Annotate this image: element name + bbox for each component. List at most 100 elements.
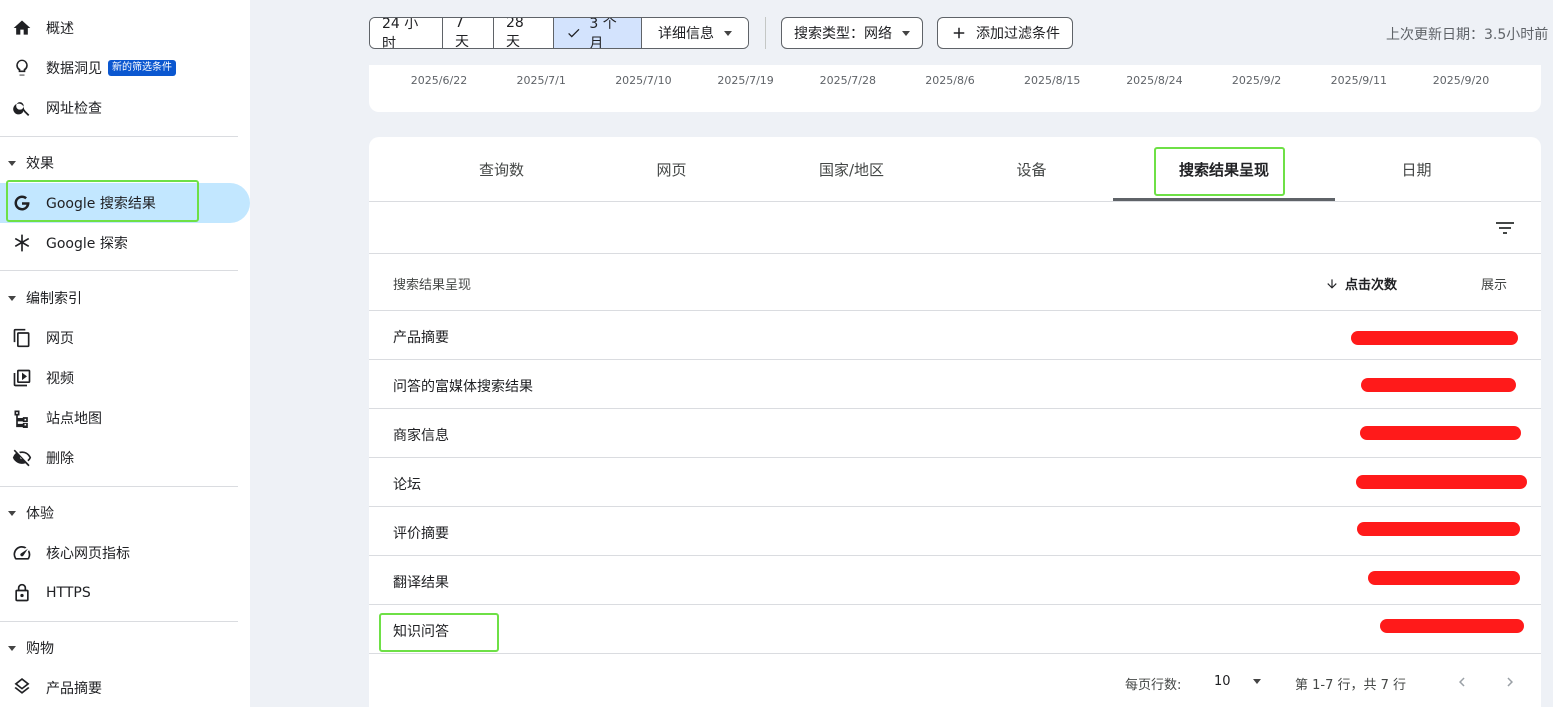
sidebar-item-url-inspection[interactable]: 网址检查 xyxy=(0,88,250,128)
x-axis-tick-label: 2025/7/28 xyxy=(819,74,876,87)
sidebar-item-google-discover[interactable]: Google 探索 xyxy=(0,223,250,263)
rows-per-page-value: 10 xyxy=(1214,674,1231,689)
sidebar-item-label: 核心网页指标 xyxy=(46,546,130,562)
column-header-impressions[interactable]: 展示 xyxy=(1481,274,1507,293)
tab-devices[interactable]: 设备 xyxy=(934,137,1129,201)
rows-per-page-select[interactable]: 10 xyxy=(1214,674,1261,689)
section-title: 效果 xyxy=(26,156,54,172)
add-filter-button[interactable]: 添加过滤条件 xyxy=(937,17,1073,49)
redaction-mark xyxy=(1360,426,1521,440)
sidebar-item-sitemaps[interactable]: 站点地图 xyxy=(0,398,250,438)
section-indexing[interactable]: 编制索引 xyxy=(0,283,250,313)
row-label: 商家信息 xyxy=(393,428,449,444)
filter-list-icon[interactable] xyxy=(1493,216,1517,240)
range-7d-button[interactable]: 7 天 xyxy=(443,18,494,48)
sidebar: 概述 数据洞见 新的筛选条件 网址检查 效果 Google 搜索结果 Googl… xyxy=(0,0,250,707)
table-row[interactable]: 问答的富媒体搜索结果 xyxy=(369,360,1541,409)
row-label: 知识问答 xyxy=(393,624,449,640)
toolbar: 24 小时 7 天 28 天 3 个月 详细信息 搜索类型：网络 添加过滤条件 … xyxy=(250,0,1553,65)
x-axis-tick-label: 2025/9/20 xyxy=(1432,74,1490,87)
dimension-table-card: 查询数 网页 国家/地区 设备 搜索结果呈现 日期 搜索结果呈现 点击次数 展示… xyxy=(369,137,1541,707)
sidebar-item-label: 数据洞见 xyxy=(46,61,102,77)
section-experience[interactable]: 体验 xyxy=(0,498,250,528)
column-header-search-appearance[interactable]: 搜索结果呈现 xyxy=(393,274,471,293)
range-3m-button[interactable]: 3 个月 xyxy=(554,18,642,48)
table-row[interactable]: 产品摘要 xyxy=(369,311,1541,360)
redaction-mark xyxy=(1351,331,1518,345)
redaction-mark xyxy=(1368,571,1520,585)
range-28d-button[interactable]: 28 天 xyxy=(494,18,554,48)
row-label: 产品摘要 xyxy=(393,330,449,346)
add-filter-label: 添加过滤条件 xyxy=(976,26,1060,42)
column-header-clicks[interactable]: 点击次数 xyxy=(1325,274,1397,293)
speed-icon xyxy=(12,543,32,563)
asterisk-icon xyxy=(12,233,32,253)
sidebar-item-label: Google 搜索结果 xyxy=(46,196,156,212)
chevron-left-icon[interactable] xyxy=(1453,673,1471,691)
sidebar-item-label: 产品摘要 xyxy=(46,681,102,697)
sidebar-divider xyxy=(0,621,238,622)
sidebar-item-product-snippets[interactable]: 产品摘要 xyxy=(0,668,250,707)
x-axis-tick-label: 2025/7/1 xyxy=(516,74,566,87)
sidebar-item-label: 概述 xyxy=(46,21,74,37)
sidebar-item-insights[interactable]: 数据洞见 新的筛选条件 xyxy=(0,48,250,88)
details-dropdown[interactable]: 详细信息 xyxy=(642,18,748,48)
sidebar-item-pages[interactable]: 网页 xyxy=(0,318,250,358)
range-24h-button[interactable]: 24 小时 xyxy=(370,18,443,48)
table-row[interactable]: 评价摘要 xyxy=(369,507,1541,556)
chevron-right-icon[interactable] xyxy=(1501,673,1519,691)
search-type-dropdown[interactable]: 搜索类型：网络 xyxy=(781,17,923,49)
range-3m-label: 3 个月 xyxy=(589,17,617,49)
sidebar-item-label: HTTPS xyxy=(46,585,91,601)
rows-per-page-label: 每页行数: xyxy=(1125,678,1182,693)
tab-dates[interactable]: 日期 xyxy=(1324,137,1509,201)
active-tab-indicator xyxy=(1113,198,1335,201)
table-pagination: 每页行数: 10 第 1-7 行，共 7 行 xyxy=(369,657,1541,707)
sidebar-item-core-web-vitals[interactable]: 核心网页指标 xyxy=(0,533,250,573)
section-title: 体验 xyxy=(26,506,54,522)
sidebar-divider xyxy=(0,270,238,271)
caret-down-icon xyxy=(8,160,16,166)
tab-search-appearance[interactable]: 搜索结果呈现 xyxy=(1113,137,1335,201)
sidebar-divider xyxy=(0,136,238,137)
caret-down-icon xyxy=(8,510,16,516)
section-title: 编制索引 xyxy=(26,291,82,307)
x-axis-tick-label: 2025/9/11 xyxy=(1330,74,1387,87)
redaction-mark xyxy=(1361,378,1516,392)
table-row[interactable]: 论坛 xyxy=(369,458,1541,507)
sidebar-item-videos[interactable]: 视频 xyxy=(0,358,250,398)
sidebar-item-label: 网址检查 xyxy=(46,101,102,117)
section-performance[interactable]: 效果 xyxy=(0,148,250,178)
video-icon xyxy=(12,368,32,388)
x-axis-tick-label: 2025/9/2 xyxy=(1231,74,1282,87)
sidebar-item-https[interactable]: HTTPS xyxy=(0,573,250,613)
caret-down-icon xyxy=(8,295,16,301)
sidebar-item-removals[interactable]: 删除 xyxy=(0,438,250,478)
x-axis-tick-label: 2025/7/19 xyxy=(717,74,774,87)
layers-icon xyxy=(12,678,32,698)
main-content: 24 小时 7 天 28 天 3 个月 详细信息 搜索类型：网络 添加过滤条件 … xyxy=(250,0,1553,707)
plus-icon xyxy=(953,27,965,39)
sidebar-item-overview[interactable]: 概述 xyxy=(0,8,250,48)
x-axis-tick-label: 2025/8/15 xyxy=(1023,74,1081,87)
table-row[interactable]: 翻译结果 xyxy=(369,556,1541,605)
lock-icon xyxy=(12,583,32,603)
section-shopping[interactable]: 购物 xyxy=(0,633,250,663)
home-icon xyxy=(12,18,32,38)
redaction-mark xyxy=(1357,522,1520,536)
tab-countries[interactable]: 国家/地区 xyxy=(754,137,949,201)
sidebar-item-google-search-results[interactable]: Google 搜索结果 xyxy=(0,183,250,223)
tab-pages[interactable]: 网页 xyxy=(574,137,769,201)
x-axis-tick-label: 2025/7/10 xyxy=(615,74,672,87)
table-header-row: 搜索结果呈现 点击次数 展示 xyxy=(369,254,1541,311)
dimension-tabs: 查询数 网页 国家/地区 设备 搜索结果呈现 日期 xyxy=(369,137,1541,202)
check-icon xyxy=(568,28,580,38)
clicks-header-label: 点击次数 xyxy=(1345,278,1398,293)
table-row[interactable]: 商家信息 xyxy=(369,409,1541,458)
row-label: 评价摘要 xyxy=(393,526,449,542)
row-label: 问答的富媒体搜索结果 xyxy=(393,379,533,395)
table-row[interactable]: 知识问答 xyxy=(369,605,1541,654)
table-filter-row xyxy=(369,202,1541,254)
search-type-label: 搜索类型：网络 xyxy=(794,26,892,42)
caret-down-icon xyxy=(8,645,16,651)
